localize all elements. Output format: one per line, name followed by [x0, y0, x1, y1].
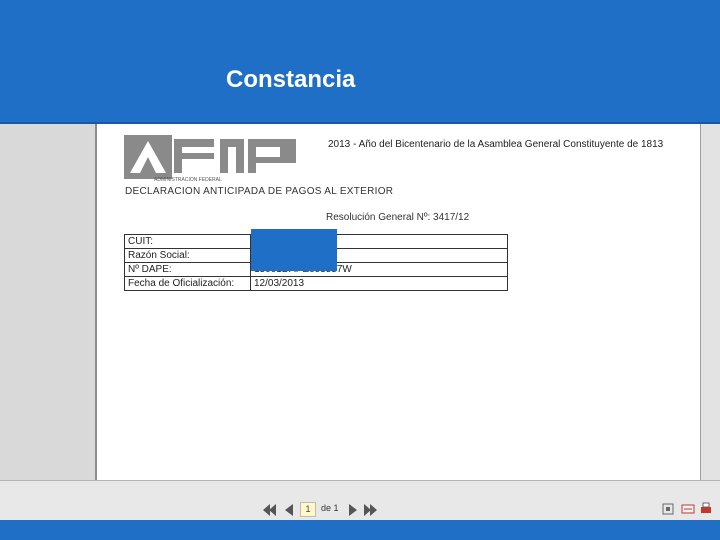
- dape-label: Nº DAPE:: [124, 262, 251, 277]
- footer-bar: [0, 520, 720, 540]
- first-page-icon[interactable]: [263, 503, 277, 516]
- resolution-number: Resolución General Nº: 3417/12: [326, 212, 470, 223]
- redaction-block: [251, 229, 337, 271]
- of-label: de: [321, 503, 332, 513]
- viewer-toolbar: [0, 480, 720, 521]
- year-heading: 2013 - Año del Bicentenario de la Asambl…: [328, 139, 664, 150]
- fit-page-icon[interactable]: [661, 502, 675, 516]
- fecha-value: 12/03/2013: [250, 276, 508, 291]
- razon-social-label: Razón Social:: [124, 248, 251, 263]
- next-page-icon[interactable]: [346, 503, 360, 516]
- table-row: Fecha de Oficialización: 12/03/2013: [124, 276, 508, 291]
- logo-caption: ADMINISTRACION FEDERAL: [154, 177, 222, 183]
- previous-page-icon[interactable]: [282, 503, 296, 516]
- declaration-title: DECLARACION ANTICIPADA DE PAGOS AL EXTER…: [125, 186, 394, 197]
- page-number-input[interactable]: 1: [300, 502, 316, 517]
- header-banner: Constancia: [0, 0, 720, 124]
- total-pages: 1: [333, 503, 339, 513]
- page-title: Constancia: [226, 66, 356, 93]
- page-count: de 1: [321, 503, 339, 513]
- left-side-panel: [0, 124, 97, 480]
- fecha-label: Fecha de Oficialización:: [124, 276, 251, 291]
- print-icon[interactable]: [699, 502, 713, 516]
- export-icon[interactable]: [681, 502, 695, 516]
- vertical-scrollbar[interactable]: [700, 124, 720, 480]
- cuit-label: CUIT:: [124, 234, 251, 249]
- last-page-icon[interactable]: [364, 503, 378, 516]
- afip-logo: ADMINISTRACION FEDERAL: [124, 135, 299, 188]
